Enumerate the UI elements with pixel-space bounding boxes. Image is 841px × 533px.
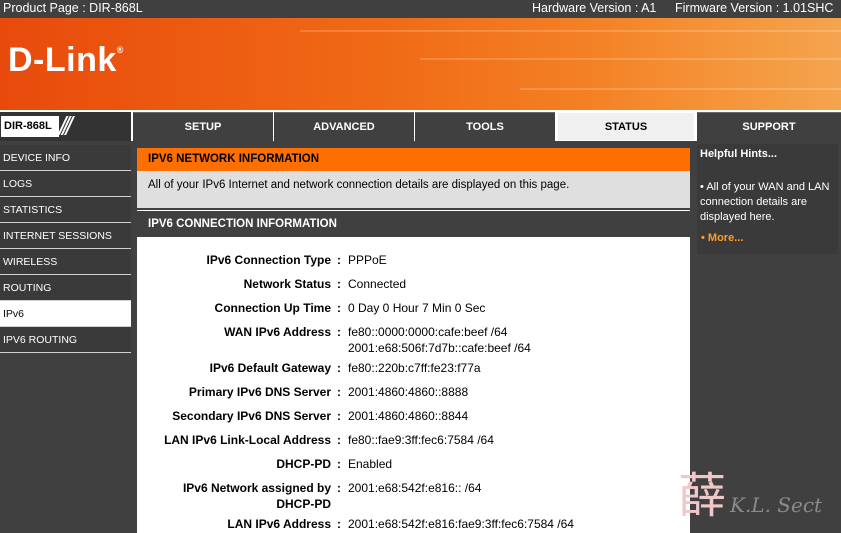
sidebar-item-wireless[interactable]: WIRELESS [0, 249, 131, 275]
helpful-hints-box: Helpful Hints... • All of your WAN and L… [697, 144, 838, 254]
row-value: fe80::220b:c7ff:fe23:f77a [348, 361, 481, 375]
logo-registered-mark: ® [116, 45, 124, 55]
network-info-panel: IPV6 NETWORK INFORMATION All of your IPv… [137, 148, 690, 208]
slashes-decoration: /// [59, 111, 73, 141]
panel-description: All of your IPv6 Internet and network co… [148, 179, 570, 191]
tab-advanced[interactable]: ADVANCED [274, 112, 414, 141]
row-colon: : [337, 433, 341, 447]
row-value: PPPoE [348, 253, 387, 267]
row-label: Connection Up Time [214, 301, 331, 315]
panel-title: IPV6 NETWORK INFORMATION [137, 148, 690, 171]
row-value: fe80::0000:0000:cafe:beef /64 [348, 325, 508, 339]
row-value: 2001:4860:4860::8844 [348, 409, 469, 423]
row-colon: : [337, 481, 341, 495]
row-value: 0 Day 0 Hour 7 Min 0 Sec [348, 301, 486, 315]
row-value: fe80::fae9:3ff:fec6:7584 /64 [348, 433, 494, 447]
row-label: LAN IPv6 Address [227, 517, 331, 531]
row-value: 2001:e68:542f:e816:fae9:3ff:fec6:7584 /6… [348, 517, 574, 531]
tab-status[interactable]: STATUS [557, 112, 695, 141]
main-content: IPV6 NETWORK INFORMATION All of your IPv… [131, 141, 696, 533]
row-colon: : [337, 325, 341, 339]
hints-text: • All of your WAN and LAN connection det… [697, 180, 838, 225]
row-label: IPv6 Default Gateway [209, 361, 331, 375]
sidebar-item-ipv6-routing[interactable]: IPV6 ROUTING [0, 327, 131, 353]
model-badge: DIR-868L /// [0, 112, 131, 141]
tab-setup[interactable]: SETUP [133, 112, 273, 141]
row-label: Primary IPv6 DNS Server [188, 385, 331, 399]
row-colon: : [337, 277, 341, 291]
dlink-logo[interactable]: D-Link® [8, 41, 124, 80]
row-colon: : [337, 409, 341, 423]
bullet-icon: • [701, 232, 705, 244]
sidebar-item-device-info[interactable]: DEVICE INFO [0, 145, 131, 171]
row-label: IPv6 Network assigned by [182, 481, 331, 495]
row-value: 2001:4860:4860::8888 [348, 385, 469, 399]
row-value: Enabled [348, 457, 393, 471]
row-colon: : [337, 385, 341, 399]
tab-support[interactable]: SUPPORT [697, 112, 841, 141]
bullet-icon: • [700, 181, 704, 193]
helpful-hints-column: Helpful Hints... • All of your WAN and L… [696, 141, 841, 533]
sidebar-item-statistics[interactable]: STATISTICS [0, 197, 131, 223]
logo-text: D-Link [8, 41, 117, 79]
row-value-secondary: 2001:e68:506f:7d7b::cafe:beef /64 [348, 341, 531, 355]
row-label: Network Status [243, 277, 331, 291]
row-label: LAN IPv6 Link-Local Address [164, 433, 331, 447]
hardware-version: Hardware Version : A1 [532, 1, 657, 15]
more-link[interactable]: • More... [697, 232, 838, 244]
product-page-label: Product Page : DIR-868L [3, 1, 143, 15]
row-value: Connected [348, 277, 407, 291]
brand-banner: D-Link® [0, 18, 841, 110]
hints-title: Helpful Hints... [700, 148, 777, 160]
row-colon: : [337, 457, 341, 471]
row-label: Secondary IPv6 DNS Server [172, 409, 331, 423]
sidebar-item-routing[interactable]: ROUTING [0, 275, 131, 301]
top-info-bar: Product Page : DIR-868L Hardware Version… [0, 0, 841, 18]
row-colon: : [337, 253, 341, 267]
section-title: IPV6 CONNECTION INFORMATION [137, 210, 690, 237]
row-colon: : [337, 361, 341, 375]
row-colon: : [337, 301, 341, 315]
firmware-version: Firmware Version : 1.01SHC [675, 1, 834, 15]
connection-info-section: IPV6 CONNECTION INFORMATION IPv6 Connect… [137, 210, 690, 533]
more-link-text[interactable]: More... [708, 232, 743, 244]
row-label: DHCP-PD [276, 457, 331, 471]
row-label: WAN IPv6 Address [224, 325, 331, 339]
row-colon: : [337, 517, 341, 531]
hints-body: All of your WAN and LAN connection detai… [700, 181, 830, 223]
tab-tools[interactable]: TOOLS [415, 112, 555, 141]
sidebar: DEVICE INFO LOGS STATISTICS INTERNET SES… [0, 141, 131, 533]
sidebar-item-internet-sessions[interactable]: INTERNET SESSIONS [0, 223, 131, 249]
sidebar-item-logs[interactable]: LOGS [0, 171, 131, 197]
row-label: IPv6 Connection Type [206, 253, 331, 267]
model-name: DIR-868L [1, 116, 59, 137]
row-value: 2001:e68:542f:e816:: /64 [348, 481, 482, 495]
sidebar-item-ipv6[interactable]: IPv6 [0, 301, 131, 327]
row-label-continued: DHCP-PD [276, 497, 331, 511]
